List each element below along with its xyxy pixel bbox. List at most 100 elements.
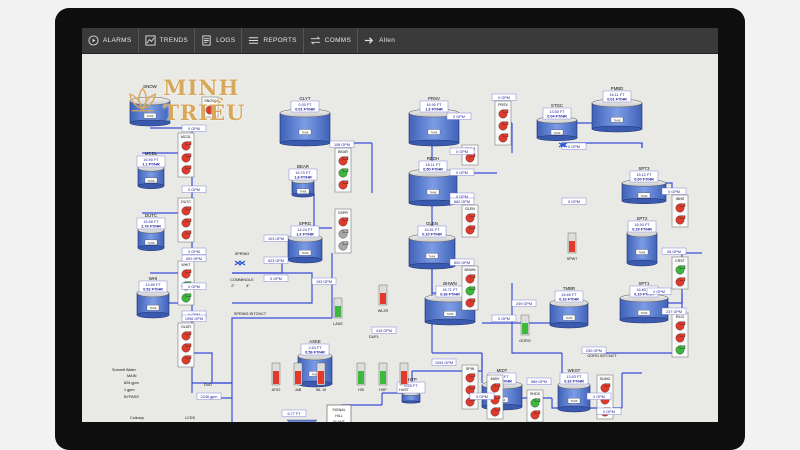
trends-button[interactable]: TRENDS: [139, 28, 196, 53]
tank-tag-text: TANK: [430, 131, 437, 135]
pump-outlet: [342, 156, 349, 161]
flow-value: 682 GPM: [454, 200, 470, 204]
reports-label: REPORTS: [263, 37, 297, 44]
tank-tag-text: TANK: [301, 251, 308, 255]
tank-glen[interactable]: TANK GLEN 15.51 FT0.10 FT/HR: [408, 221, 456, 270]
flow-value: 0 GPM: [476, 395, 488, 399]
station-dutc[interactable]: DUTC: [177, 197, 195, 243]
station-prsv[interactable]: PRSV: [494, 100, 512, 146]
tank-west[interactable]: TANK WEST 13.53 FT0.32 FT/HR: [557, 368, 591, 413]
flow-readout: 103 GPM: [263, 234, 289, 242]
comms-button[interactable]: COMMS: [304, 28, 359, 53]
station-name: DUTC: [181, 200, 191, 204]
column-fill: [335, 306, 341, 317]
level-column-lake[interactable]: LAKE: [333, 297, 343, 326]
tank-name: SPT3: [639, 166, 651, 171]
level-column-wl2r[interactable]: WL2R: [378, 284, 389, 313]
pump-outlet: [185, 230, 192, 235]
tank-flow: 1.3 FT/HR: [425, 108, 443, 112]
tank-flow: 1.1 FT/HR: [142, 163, 160, 167]
tank-tmbr[interactable]: TANK TMBR 16.69 FT0.16 FT/HR: [549, 286, 589, 329]
well-wl10[interactable]: WL 10: [316, 362, 326, 392]
well-atk2[interactable]: ATK2: [272, 362, 281, 392]
tank-tag-text: TANK: [570, 399, 577, 403]
station-crst[interactable]: CRST: [671, 256, 689, 290]
flow-value: 0 GPM: [593, 395, 605, 399]
level-column-gorg[interactable]: GORG: [519, 314, 531, 343]
flow-readout: 0 GPM: [181, 185, 207, 193]
signal-hill-plant[interactable]: SIGNAL HILL PLANT: [326, 404, 352, 422]
pump-outlet: [185, 153, 192, 158]
tank-name: BEAR: [297, 164, 309, 169]
well-label: HUST: [399, 388, 410, 392]
station-bear[interactable]: BEAR: [334, 147, 352, 193]
station-glen[interactable]: GLEN: [461, 204, 479, 238]
pump-outlet: [469, 274, 476, 279]
level-column-spw7[interactable]: SPW7: [567, 232, 578, 261]
label-summit: Summit Water: [112, 368, 137, 372]
station-shds[interactable]: SHDS: [526, 389, 544, 422]
valve-icon[interactable]: [238, 260, 246, 266]
flow-readout: 0 GPM: [449, 147, 475, 155]
pump-outlet: [185, 141, 192, 146]
tank-spt1[interactable]: TANKSPT116.83 FT0.10 FT/HR: [619, 281, 669, 324]
tank-name: SPT2: [637, 216, 649, 221]
column-fill: [569, 241, 575, 252]
well-jab[interactable]: JAB: [293, 362, 303, 392]
label-dufl: DUFL: [369, 335, 379, 339]
station-sspr[interactable]: SSPR: [334, 208, 352, 254]
tank-aske[interactable]: TANKASKE2.63 FT0.56 FT/HR: [297, 339, 333, 388]
tank-bear[interactable]: TANK BEAR 16.70 FT1.8 FT/HR: [288, 164, 318, 198]
tank-tag-text: TANK: [565, 316, 572, 320]
tank-pmbd[interactable]: TANK PMBD 16.11 FT0.01 FT/HR: [591, 86, 643, 133]
station-spin[interactable]: SPIN: [461, 364, 479, 410]
flow-readout: 692 GPM: [181, 254, 207, 262]
plant-label-2: HILL: [335, 414, 343, 418]
tank-tag-text: TANK: [613, 118, 620, 122]
alarms-button[interactable]: ALARMS: [82, 28, 139, 53]
label-main-gpm: 826 gpm: [124, 381, 139, 385]
tank-spt3[interactable]: TANK SPT3 15.12 FT0.00 FT/HR: [621, 166, 667, 204]
scada-screen: ALARMS TRENDS LOGS REPORTS COMMS Allen T…: [82, 28, 718, 422]
reports-button[interactable]: REPORTS: [242, 28, 304, 53]
tank-stgc[interactable]: TANK STGC 13.50 FT0.04 FT/HR: [536, 103, 578, 141]
user-button[interactable]: Allen: [358, 28, 401, 53]
well-hsi[interactable]: HSI: [356, 362, 366, 392]
tank-dutc[interactable]: TANK DUTC 15.58 FT2.76 FT/HR: [136, 213, 166, 251]
pump-outlet: [469, 298, 476, 303]
play-circle-icon: [88, 35, 99, 46]
flow-value: 249 GPM: [516, 302, 532, 306]
pump-outlet: [494, 395, 501, 399]
station-oldr[interactable]: OLDR: [177, 322, 195, 368]
logs-button[interactable]: LOGS: [195, 28, 243, 53]
pump-outlet: [469, 286, 476, 291]
tank-redh[interactable]: TANK REDH 16.11 FT0.50 FT/HR: [408, 156, 458, 207]
well-hsp[interactable]: HSP: [378, 362, 387, 392]
well-label: JAB: [295, 388, 302, 392]
tank-whi[interactable]: TANK WHI 14.89 FT0.52 FT/HR: [136, 276, 170, 319]
column-label: LAKE: [333, 322, 343, 326]
tank-level: 16.11 FT: [426, 163, 442, 167]
tank-tag-text: TANK: [640, 311, 647, 315]
tank-tag-text: TANK: [299, 190, 306, 194]
well-hust[interactable]: HUST: [399, 362, 410, 392]
flow-value: 6.77 FT: [287, 412, 301, 416]
station-inns[interactable]: INNS: [671, 194, 689, 228]
tank-bottom: [297, 380, 333, 388]
tank-spt2[interactable]: TANK SPT2 16.93 FT0.29 FT/HR: [626, 216, 658, 267]
pump-outlet: [679, 203, 686, 208]
flow-value: 193 GPM: [316, 280, 332, 284]
station-bhwn[interactable]: BHWN: [461, 265, 479, 311]
flow-readout: 0 GPM: [449, 168, 475, 176]
label-c4: 4": [246, 284, 250, 288]
well-label: ATK2: [272, 388, 281, 392]
station-mcdl[interactable]: MCDL: [177, 132, 195, 178]
tank-prsv[interactable]: TANK PRSV 16.90 FT1.3 FT/HR: [408, 96, 460, 147]
tank-sprg[interactable]: TANK SPRG 14.24 FT1.6 FT/HR: [287, 221, 323, 264]
trend-chart-icon: [144, 35, 156, 46]
tank-level: 15.51 FT: [424, 228, 440, 232]
flow-value: 589 GPM: [531, 380, 547, 384]
tank-mcdl[interactable]: TANK MCDL 16.90 FT1.1 FT/HR: [136, 151, 166, 189]
station-rild[interactable]: RILD: [671, 312, 689, 358]
station-name: WHIT: [181, 263, 191, 267]
